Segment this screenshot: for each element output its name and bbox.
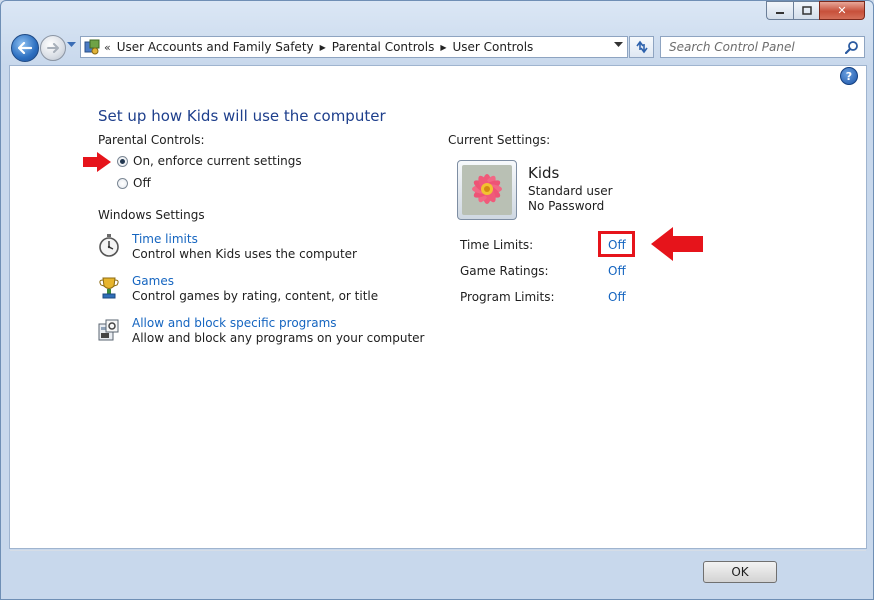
annotation-arrow-right-icon — [83, 152, 111, 172]
windows-settings-label: Windows Settings — [98, 208, 205, 222]
time-limits-link[interactable]: Time limits — [132, 232, 198, 246]
search-input[interactable] — [667, 39, 841, 55]
annotation-highlight-box — [598, 231, 635, 257]
games-link[interactable]: Games — [132, 274, 174, 288]
breadcrumb-separator-icon[interactable]: ▶ — [440, 43, 446, 52]
game-ratings-setting-value[interactable]: Off — [608, 264, 626, 278]
allow-block-programs-description: Allow and block any programs on your com… — [132, 331, 425, 345]
user-password-status: No Password — [528, 199, 605, 213]
program-limits-setting-label: Program Limits: — [460, 290, 555, 304]
game-ratings-setting-label: Game Ratings: — [460, 264, 549, 278]
breadcrumb-user-controls[interactable]: User Controls — [452, 40, 533, 54]
close-icon: ✕ — [837, 4, 847, 17]
flower-picture — [462, 165, 512, 215]
back-arrow-icon — [18, 42, 32, 54]
time-limits-setting-label: Time Limits: — [460, 238, 534, 252]
user-name: Kids — [528, 164, 560, 182]
minimize-icon — [776, 11, 784, 14]
breadcrumb-overflow[interactable]: « — [104, 41, 111, 54]
breadcrumb-separator-icon[interactable]: ▶ — [320, 43, 326, 52]
footer-divider — [10, 550, 866, 551]
control-panel-window: ✕ « User Accounts and Family Safety ▶ Pa… — [0, 0, 874, 600]
breadcrumb-parental-controls[interactable]: Parental Controls — [332, 40, 435, 54]
address-bar[interactable]: « User Accounts and Family Safety ▶ Pare… — [80, 36, 628, 58]
allow-block-programs-link[interactable]: Allow and block specific programs — [132, 316, 337, 330]
address-dropdown[interactable] — [614, 41, 623, 51]
help-icon[interactable]: ? — [840, 67, 858, 85]
ok-button[interactable]: OK — [703, 561, 777, 583]
program-block-icon — [98, 319, 119, 341]
stopwatch-icon — [99, 234, 119, 257]
chevron-down-icon — [67, 42, 76, 47]
annotation-arrow-left-icon — [651, 227, 703, 261]
games-trophy-icon — [99, 277, 119, 299]
parental-controls-label: Parental Controls: — [98, 133, 205, 147]
breadcrumb-user-accounts[interactable]: User Accounts and Family Safety — [117, 40, 314, 54]
forward-button[interactable] — [40, 35, 66, 61]
close-button[interactable]: ✕ — [819, 1, 865, 20]
control-panel-icon — [84, 39, 100, 55]
maximize-button[interactable] — [793, 1, 819, 20]
maximize-icon — [801, 5, 812, 15]
parental-controls-off-radio[interactable] — [117, 178, 128, 189]
search-box[interactable] — [660, 36, 865, 58]
parental-controls-off-label[interactable]: Off — [133, 176, 151, 190]
minimize-button[interactable] — [766, 1, 793, 20]
back-button[interactable] — [11, 34, 39, 62]
search-icon[interactable] — [845, 40, 859, 54]
current-settings-label: Current Settings: — [448, 133, 551, 147]
refresh-button[interactable] — [629, 36, 654, 58]
time-limits-description: Control when Kids uses the computer — [132, 247, 357, 261]
parental-controls-on-radio[interactable] — [117, 156, 128, 167]
forward-arrow-icon — [47, 43, 59, 53]
refresh-icon — [635, 40, 648, 54]
games-description: Control games by rating, content, or tit… — [132, 289, 379, 303]
chevron-down-icon — [614, 42, 623, 47]
page-title: Set up how Kids will use the computer — [98, 107, 386, 125]
caption-buttons: ✕ — [766, 1, 865, 20]
program-limits-setting-value[interactable]: Off — [608, 290, 626, 304]
user-type: Standard user — [528, 184, 613, 198]
user-avatar — [457, 160, 517, 220]
flower-icon — [462, 165, 512, 215]
parental-controls-on-label[interactable]: On, enforce current settings — [133, 154, 302, 168]
recent-pages-dropdown[interactable] — [67, 41, 77, 51]
